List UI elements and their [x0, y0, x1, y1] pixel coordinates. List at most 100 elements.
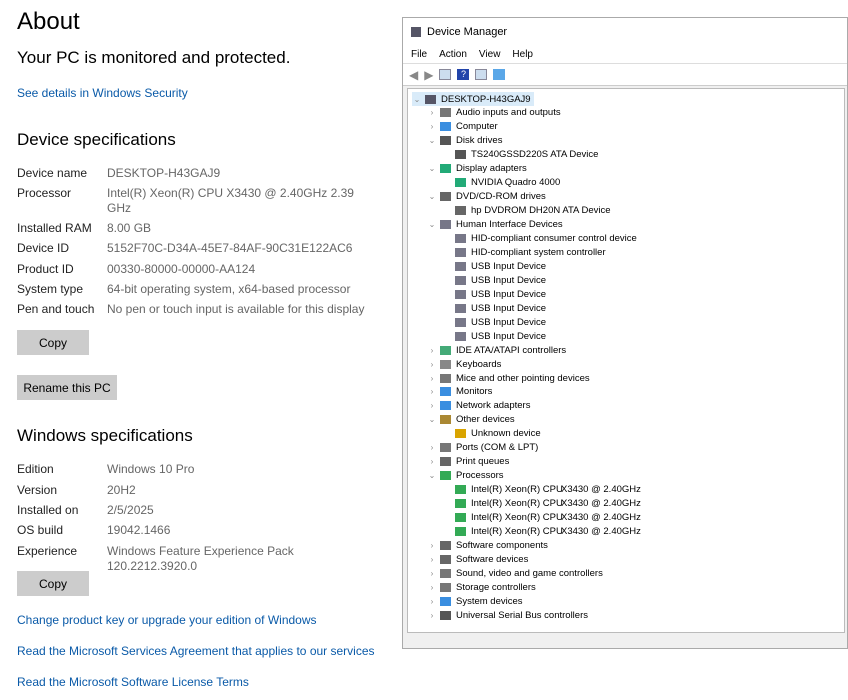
spec-value: 2/5/2025	[107, 503, 154, 517]
spec-label: Device ID	[17, 241, 70, 255]
expand-toggle[interactable]: ›	[427, 360, 437, 369]
help-icon[interactable]: ?	[457, 69, 470, 80]
tree-node[interactable]: USB Input Device	[442, 287, 546, 301]
license-terms-link[interactable]: Read the Microsoft Software License Term…	[17, 675, 249, 689]
tree-node[interactable]: HID-compliant system controller	[442, 245, 606, 259]
expand-toggle[interactable]: ›	[427, 569, 437, 578]
tree-node[interactable]: TS240GSSD220S ATA Device	[442, 148, 598, 162]
tree-node[interactable]: › Storage controllers	[427, 580, 536, 594]
expand-toggle[interactable]: ⌄	[412, 95, 422, 104]
system-icon	[440, 596, 451, 606]
tree-node[interactable]: hp DVDROM DH20N ATA Device	[442, 204, 611, 218]
disk-icon	[455, 150, 466, 160]
tree-node-label: USB Input Device	[471, 288, 546, 300]
spec-row: Installed RAM 8.00 GB	[17, 221, 377, 236]
tree-node[interactable]: USB Input Device	[442, 329, 546, 343]
tree-node[interactable]: › Universal Serial Bus controllers	[427, 608, 588, 622]
expand-toggle[interactable]: ›	[427, 387, 437, 396]
tree-node[interactable]: USB Input Device	[442, 273, 546, 287]
expand-toggle[interactable]: ›	[427, 108, 437, 117]
tree-node-label: Keyboards	[456, 358, 502, 370]
tree-node[interactable]: › System devices	[427, 594, 523, 608]
tree-node-label: Print queues	[456, 456, 510, 468]
expand-toggle[interactable]: ›	[427, 611, 437, 620]
tree-node[interactable]: › Sound, video and game controllers	[427, 566, 603, 580]
tree-node[interactable]: HID-compliant consumer control device	[442, 232, 637, 246]
tree-node[interactable]: › Network adapters	[427, 399, 531, 413]
tree-node-label: Monitors	[456, 386, 493, 398]
tree-node[interactable]: › Software devices	[427, 552, 529, 566]
expand-toggle[interactable]: ›	[427, 401, 437, 410]
device-spec-heading: Device specifications	[17, 130, 176, 149]
menu-file[interactable]: File	[411, 49, 427, 60]
spec-value: 8.00 GB	[107, 221, 152, 235]
expand-toggle[interactable]: ›	[427, 541, 437, 550]
spec-value: Windows 10 Pro	[107, 462, 195, 476]
tree-node[interactable]: › IDE ATA/ATAPI controllers	[427, 343, 567, 357]
properties-icon[interactable]	[439, 69, 452, 80]
tree-node[interactable]: › Computer	[427, 120, 498, 134]
update-driver-icon[interactable]	[475, 69, 488, 80]
expand-toggle[interactable]: ⌄	[427, 471, 437, 480]
menu-help[interactable]: Help	[512, 49, 533, 60]
tree-node[interactable]: › Ports (COM & LPT)	[427, 441, 539, 455]
expand-toggle[interactable]: ⌄	[427, 136, 437, 145]
tree-node[interactable]: Intel(R) Xeon(R) CPU X3430 @ 2.40GHz	[442, 511, 641, 525]
expand-toggle[interactable]: ⌄	[427, 192, 437, 201]
tree-node[interactable]: › Print queues	[427, 455, 510, 469]
menu-action[interactable]: Action	[439, 49, 467, 60]
expand-toggle[interactable]: ⌄	[427, 164, 437, 173]
product-key-link[interactable]: Change product key or upgrade your editi…	[17, 613, 317, 627]
copy-device-specs-button[interactable]: Copy	[17, 330, 89, 355]
spec-value: DESKTOP-H43GAJ9	[107, 166, 221, 180]
cpu-icon	[455, 526, 466, 536]
network-icon	[440, 401, 451, 411]
tree-node[interactable]: Intel(R) Xeon(R) CPU X3430 @ 2.40GHz	[442, 483, 641, 497]
expand-toggle[interactable]: ›	[427, 583, 437, 592]
tree-node[interactable]: › Mice and other pointing devices	[427, 371, 590, 385]
tree-node[interactable]: Unknown device	[442, 427, 541, 441]
scan-hardware-icon[interactable]	[493, 69, 506, 80]
tree-node-label: Intel(R) Xeon(R) CPU	[471, 525, 563, 537]
expand-toggle[interactable]: ⌄	[427, 415, 437, 424]
tree-node[interactable]: ⌄ Human Interface Devices	[427, 218, 563, 232]
expand-toggle[interactable]: ›	[427, 346, 437, 355]
menu-view[interactable]: View	[479, 49, 501, 60]
tree-node[interactable]: ⌄ Disk drives	[427, 134, 503, 148]
copy-windows-specs-button[interactable]: Copy	[17, 571, 89, 596]
tree-node[interactable]: ⌄ Display adapters	[427, 162, 527, 176]
spec-row: OS build 19042.1466	[17, 523, 377, 538]
tree-node[interactable]: ⌄ DVD/CD-ROM drives	[427, 190, 546, 204]
tree-node[interactable]: Intel(R) Xeon(R) CPU X3430 @ 2.40GHz	[442, 497, 641, 511]
expand-toggle[interactable]: ›	[427, 374, 437, 383]
expand-toggle[interactable]: ›	[427, 457, 437, 466]
tree-node[interactable]: USB Input Device	[442, 259, 546, 273]
tree-node[interactable]: ⌄ Other devices	[427, 413, 515, 427]
expand-toggle[interactable]: ›	[427, 122, 437, 131]
spec-label: Processor	[17, 186, 72, 200]
hid-icon	[455, 331, 466, 341]
tree-node[interactable]: USB Input Device	[442, 315, 546, 329]
tree-node-label: Storage controllers	[456, 581, 536, 593]
expand-toggle[interactable]: ›	[427, 597, 437, 606]
expand-toggle[interactable]: ›	[427, 555, 437, 564]
rename-pc-button[interactable]: Rename this PC	[17, 375, 117, 400]
tree-node[interactable]: Intel(R) Xeon(R) CPU X3430 @ 2.40GHz	[442, 524, 641, 538]
expand-toggle[interactable]: ⌄	[427, 220, 437, 229]
tree-node[interactable]: ⌄ Processors	[427, 469, 504, 483]
forward-icon[interactable]: ▶	[424, 68, 433, 82]
tree-node-label: Intel(R) Xeon(R) CPU	[471, 484, 563, 496]
tree-node[interactable]: › Audio inputs and outputs	[427, 106, 561, 120]
hid-icon	[455, 317, 466, 327]
protection-status: Your PC is monitored and protected.	[17, 48, 291, 67]
back-icon[interactable]: ◀	[409, 68, 418, 82]
tree-node[interactable]: › Software components	[427, 538, 548, 552]
tree-node[interactable]: ⌄ DESKTOP-H43GAJ9	[412, 92, 534, 106]
tree-node[interactable]: USB Input Device	[442, 301, 546, 315]
services-agreement-link[interactable]: Read the Microsoft Services Agreement th…	[17, 644, 375, 658]
tree-node[interactable]: › Keyboards	[427, 357, 502, 371]
tree-node[interactable]: NVIDIA Quadro 4000	[442, 176, 560, 190]
security-link[interactable]: See details in Windows Security	[17, 86, 188, 100]
tree-node[interactable]: › Monitors	[427, 385, 493, 399]
expand-toggle[interactable]: ›	[427, 443, 437, 452]
